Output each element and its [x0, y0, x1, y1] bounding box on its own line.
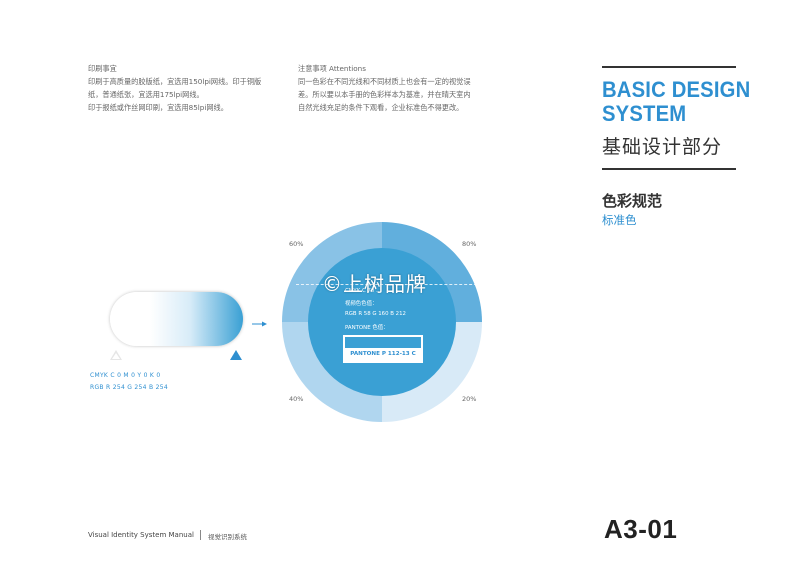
blue-rgb-value: RGB R 58 G 160 B 212: [345, 311, 406, 317]
bottom-divider: [602, 168, 736, 170]
arrow-right-icon: [252, 321, 267, 327]
pantone-label: PANTONE 色值：: [345, 325, 389, 331]
gradient-swatch: [110, 292, 243, 346]
section-title: 色彩规范: [602, 192, 663, 210]
section-subtitle: 标准色: [602, 213, 637, 227]
white-marker-fill: [112, 353, 120, 359]
printing-notes: 印刷事宜 印刷于高质量的胶版纸，宜选用150lpi网线。印于铜版 纸，普通纸张，…: [88, 64, 262, 112]
pantone-code: PANTONE P 112-13 C: [350, 351, 416, 357]
white-rgb-value: RGB R 254 G 254 B 254: [90, 384, 168, 391]
footer-system-title: 视觉识别系统: [208, 533, 247, 541]
pantone-swatch: PANTONE P 112-13 C: [343, 335, 423, 363]
blue-marker-icon: [230, 350, 242, 360]
attention-notes: 注意事项 Attentions 同一色彩在不同光线和不同材质上也会有一定的视觉误…: [298, 64, 471, 112]
brand-title: BASIC DESIGN SYSTEM: [602, 77, 751, 126]
top-divider: [602, 66, 736, 68]
watermark-text: ©上树品牌: [322, 272, 427, 296]
footer-manual-title: Visual Identity System Manual: [88, 531, 194, 539]
blue-standard-label: 视频色色值：: [345, 301, 378, 307]
color-tint-ring: [282, 222, 482, 422]
pantone-color-bar: [345, 337, 421, 348]
page-number: A3-01: [604, 514, 678, 544]
brand-subtitle: 基础设计部分: [602, 136, 723, 158]
footer-separator: [200, 530, 201, 540]
white-cmyk-value: CMYK C 0 M 0 Y 0 K 0: [90, 372, 161, 379]
